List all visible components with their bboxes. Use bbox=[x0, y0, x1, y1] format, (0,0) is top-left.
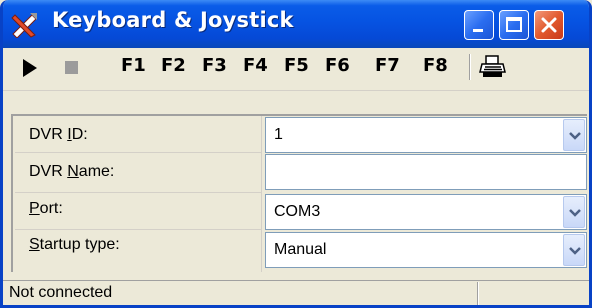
stop-icon[interactable] bbox=[65, 61, 78, 74]
startup-type-dropdown-button[interactable] bbox=[563, 234, 585, 266]
f5-button[interactable]: F5 bbox=[284, 55, 309, 76]
startup-type-value: Manual bbox=[274, 241, 327, 258]
startup-type-label: Startup type: bbox=[29, 236, 120, 253]
window-title: Keyboard & Joystick bbox=[52, 8, 294, 32]
play-icon[interactable] bbox=[21, 58, 39, 78]
dvr-id-dropdown[interactable]: 1 bbox=[265, 117, 587, 153]
startup-type-dropdown[interactable]: Manual bbox=[265, 232, 587, 268]
dvr-name-input[interactable] bbox=[265, 154, 587, 190]
printer-icon[interactable] bbox=[479, 54, 507, 80]
connection-status: Not connected bbox=[9, 284, 113, 301]
row-divider bbox=[15, 229, 261, 230]
dvr-name-label: DVR Name: bbox=[29, 163, 115, 180]
close-icon bbox=[541, 17, 557, 33]
dvr-id-dropdown-button[interactable] bbox=[563, 119, 585, 151]
keyboard-joystick-app-icon bbox=[11, 13, 37, 38]
grid-column-divider bbox=[261, 116, 262, 272]
port-dropdown[interactable]: COM3 bbox=[265, 194, 587, 230]
keyboard-joystick-window: Keyboard & Joystick F1 F2 F3 F4 F5 F6 F7… bbox=[0, 0, 592, 308]
chevron-down-icon bbox=[569, 247, 581, 255]
dvr-id-value: 1 bbox=[274, 126, 283, 143]
row-divider bbox=[15, 192, 261, 193]
f3-button[interactable]: F3 bbox=[202, 55, 227, 76]
chevron-down-icon bbox=[569, 132, 581, 140]
chevron-down-icon bbox=[569, 209, 581, 217]
minimize-button[interactable] bbox=[464, 10, 494, 40]
minimize-icon bbox=[473, 29, 483, 32]
f1-button[interactable]: F1 bbox=[121, 55, 146, 76]
status-bar-divider bbox=[477, 282, 479, 305]
close-button[interactable] bbox=[534, 10, 564, 40]
port-dropdown-button[interactable] bbox=[563, 196, 585, 228]
title-bar[interactable]: Keyboard & Joystick bbox=[3, 0, 589, 48]
port-label: Port: bbox=[29, 200, 63, 217]
port-value: COM3 bbox=[274, 203, 321, 220]
toolbar-separator bbox=[469, 54, 471, 80]
f4-button[interactable]: F4 bbox=[243, 55, 268, 76]
row-divider bbox=[15, 152, 261, 153]
f7-button[interactable]: F7 bbox=[375, 55, 400, 76]
f6-button[interactable]: F6 bbox=[325, 55, 350, 76]
maximize-icon bbox=[506, 17, 522, 32]
f8-button[interactable]: F8 bbox=[423, 55, 448, 76]
dvr-id-label: DVR ID: bbox=[29, 126, 88, 143]
f2-button[interactable]: F2 bbox=[161, 55, 186, 76]
maximize-button[interactable] bbox=[499, 10, 529, 40]
